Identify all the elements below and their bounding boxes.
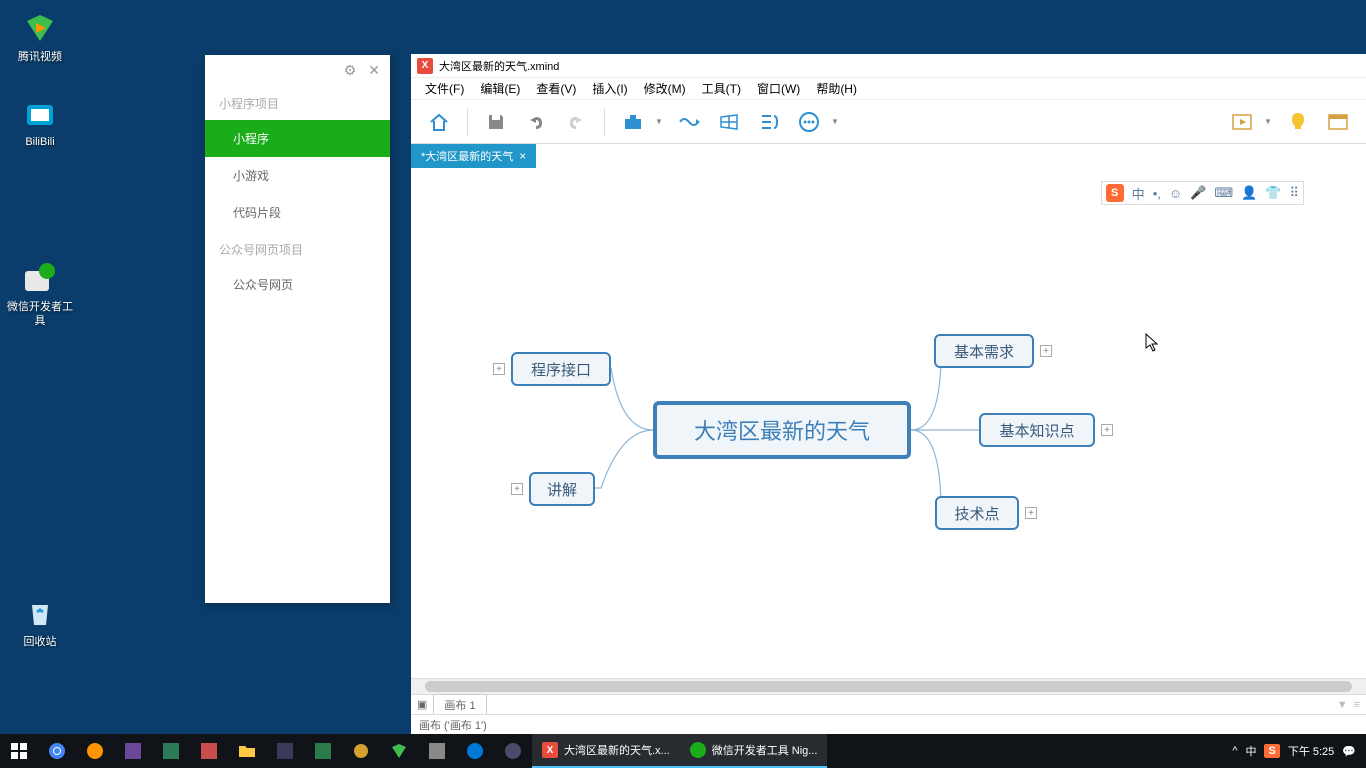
- tab-sheet1[interactable]: *大湾区最新的天气 ×: [411, 144, 536, 168]
- section-header-official: 公众号网页项目: [205, 231, 390, 266]
- recycle-bin-icon: [22, 595, 58, 631]
- node-center[interactable]: 大湾区最新的天气: [653, 401, 911, 459]
- menu-help[interactable]: 帮助(H): [808, 78, 865, 99]
- outline-button[interactable]: [751, 106, 787, 138]
- node-explain[interactable]: 讲解: [529, 472, 595, 506]
- node-knowledge[interactable]: 基本知识点: [979, 413, 1095, 447]
- tray-chevron-icon[interactable]: ^: [1232, 745, 1237, 757]
- settings-icon[interactable]: ⚙: [344, 62, 357, 79]
- tray-lang[interactable]: 中: [1245, 743, 1256, 759]
- tab-close-icon[interactable]: ×: [519, 149, 526, 163]
- system-tray: ^ 中 S 下午 5:25 💬: [1222, 743, 1366, 759]
- export-dropdown[interactable]: ▼: [655, 117, 667, 126]
- more-button[interactable]: [791, 106, 827, 138]
- start-button[interactable]: [0, 734, 38, 768]
- taskbar-app-xmind[interactable]: X 大湾区最新的天气.x...: [532, 734, 680, 768]
- xmind-titlebar[interactable]: X 大湾区最新的天气.xmind: [411, 54, 1366, 78]
- undo-button[interactable]: [518, 106, 554, 138]
- filter-icon[interactable]: ▼: [1337, 699, 1348, 711]
- taskbar-app7-icon[interactable]: [418, 734, 456, 768]
- share-button[interactable]: [671, 106, 707, 138]
- taskbar-chrome-icon[interactable]: [38, 734, 76, 768]
- expand-basic-req[interactable]: +: [1040, 345, 1052, 357]
- node-api[interactable]: 程序接口: [511, 352, 611, 386]
- status-bar: 画布 ('画布 1'): [411, 714, 1366, 734]
- desktop-icon-wechat-devtools[interactable]: 微信开发者工具: [5, 260, 75, 328]
- taskbar-app5-icon[interactable]: [304, 734, 342, 768]
- xmind-window: X 大湾区最新的天气.xmind 文件(F) 编辑(E) 查看(V) 插入(I)…: [411, 54, 1366, 734]
- taskbar-app4-icon[interactable]: [266, 734, 304, 768]
- save-button[interactable]: [478, 106, 514, 138]
- expand-explain[interactable]: +: [511, 483, 523, 495]
- tray-notifications-icon[interactable]: 💬: [1342, 745, 1356, 758]
- menu-view[interactable]: 查看(V): [528, 78, 584, 99]
- taskbar-edge-icon[interactable]: [456, 734, 494, 768]
- home-button[interactable]: [421, 106, 457, 138]
- taskbar-browser-icon[interactable]: [494, 734, 532, 768]
- taskbar-app-wechat[interactable]: 微信开发者工具 Nig...: [680, 734, 828, 768]
- xmind-taskbar-icon: X: [542, 742, 558, 758]
- desktop-icon-tencent-video[interactable]: 腾讯视频: [5, 10, 75, 64]
- wechat-devtools-panel: ⚙ ✕ 小程序项目 小程序 小游戏 代码片段 公众号网页项目 公众号网页: [205, 55, 390, 603]
- expand-api[interactable]: +: [493, 363, 505, 375]
- perspective-button[interactable]: [711, 106, 747, 138]
- taskbar-tencent-video-icon[interactable]: [380, 734, 418, 768]
- menu-file[interactable]: 文件(F): [417, 78, 472, 99]
- wechat-devtools-icon: [22, 260, 58, 296]
- xmind-toolbar: ▼ ▼ ▼: [411, 100, 1366, 144]
- node-tech[interactable]: 技术点: [935, 496, 1019, 530]
- section-header-miniprogram: 小程序项目: [205, 85, 390, 120]
- sheet-tab-1[interactable]: 画布 1: [433, 694, 486, 715]
- desktop-icon-bilibili[interactable]: BiliBili: [5, 95, 75, 149]
- presentation-dropdown[interactable]: ▼: [1264, 117, 1276, 126]
- menu-modify[interactable]: 修改(M): [636, 78, 694, 99]
- menu-window[interactable]: 窗口(W): [749, 78, 808, 99]
- presentation-button[interactable]: [1224, 106, 1260, 138]
- node-basic-req[interactable]: 基本需求: [934, 334, 1034, 368]
- taskbar-app3-icon[interactable]: [190, 734, 228, 768]
- tray-time[interactable]: 下午 5:25: [1288, 743, 1334, 759]
- tencent-video-icon: [22, 10, 58, 46]
- expand-tech[interactable]: +: [1025, 507, 1037, 519]
- expand-knowledge[interactable]: +: [1101, 424, 1113, 436]
- taskbar: X 大湾区最新的天气.x... 微信开发者工具 Nig... ^ 中 S 下午 …: [0, 734, 1366, 768]
- wechat-taskbar-icon: [690, 742, 706, 758]
- more-dropdown[interactable]: ▼: [831, 117, 843, 126]
- menu-item-minigame[interactable]: 小游戏: [205, 157, 390, 194]
- sheet-bar: ▣ 画布 1 ▼ ≡: [411, 694, 1366, 714]
- taskbar-app2-icon[interactable]: [152, 734, 190, 768]
- menu-item-code-snippet[interactable]: 代码片段: [205, 194, 390, 231]
- xmind-logo-icon: X: [417, 58, 433, 74]
- menu-insert[interactable]: 插入(I): [584, 78, 635, 99]
- close-icon[interactable]: ✕: [368, 62, 380, 79]
- bilibili-icon: [22, 95, 58, 131]
- sheet-menu-icon[interactable]: ▣: [417, 698, 427, 711]
- menu-edit[interactable]: 编辑(E): [472, 78, 528, 99]
- idea-button[interactable]: [1280, 106, 1316, 138]
- taskbar-firefox-icon[interactable]: [76, 734, 114, 768]
- taskbar-app6-icon[interactable]: [342, 734, 380, 768]
- taskbar-app1-icon[interactable]: [114, 734, 152, 768]
- horizontal-scrollbar[interactable]: [411, 678, 1366, 694]
- mindmap-canvas[interactable]: S 中 •, ☺ 🎤 ⌨ 👤 👕 ⠿ 大湾区最新的天气 程序接口 + 讲解 + …: [411, 168, 1366, 678]
- window-title: 大湾区最新的天气.xmind: [439, 58, 559, 74]
- xmind-tabs: *大湾区最新的天气 ×: [411, 144, 1366, 168]
- taskbar-explorer-icon[interactable]: [228, 734, 266, 768]
- menu-icon[interactable]: ≡: [1354, 699, 1360, 711]
- export-button[interactable]: [615, 106, 651, 138]
- menu-tools[interactable]: 工具(T): [694, 78, 749, 99]
- theme-button[interactable]: [1320, 106, 1356, 138]
- tray-sogou-icon[interactable]: S: [1264, 744, 1279, 758]
- desktop-icon-recycle-bin[interactable]: 回收站: [5, 595, 75, 649]
- menu-item-official-webpage[interactable]: 公众号网页: [205, 266, 390, 303]
- redo-button[interactable]: [558, 106, 594, 138]
- menu-item-miniprogram[interactable]: 小程序: [205, 120, 390, 157]
- xmind-menubar: 文件(F) 编辑(E) 查看(V) 插入(I) 修改(M) 工具(T) 窗口(W…: [411, 78, 1366, 100]
